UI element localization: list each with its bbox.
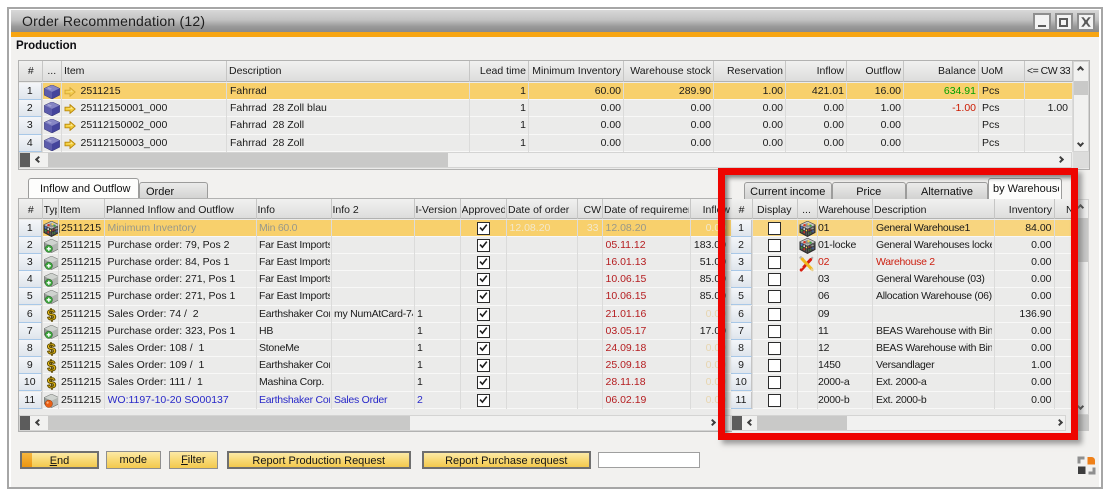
svg-text:$: $ [46,341,56,357]
svg-text:$: $ [46,307,56,323]
svg-text:$: $ [46,375,56,391]
svg-text:$: $ [46,358,56,374]
